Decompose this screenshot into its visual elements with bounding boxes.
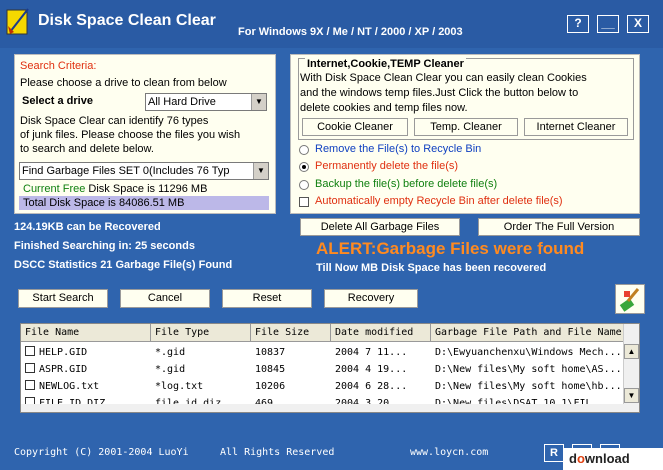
permanent-delete-label: Permanently delete the file(s) xyxy=(315,160,459,172)
backup-label: Backup the file(s) before delete file(s) xyxy=(315,178,498,190)
scroll-up-icon[interactable]: ▲ xyxy=(624,344,639,359)
app-title: Disk Space Clean Clear xyxy=(38,12,216,29)
order-full-version-button[interactable]: Order The Full Version xyxy=(478,218,640,236)
chevron-down-icon: ▼ xyxy=(253,163,268,179)
recovered-total-text: Till Now MB Disk Space has been recovere… xyxy=(316,262,547,274)
reset-button[interactable]: Reset xyxy=(222,289,312,308)
rights-text: All Rights Reserved xyxy=(220,447,335,458)
app-subtitle: For Windows 9X / Me / NT / 2000 / XP / 2… xyxy=(238,26,463,38)
cell-file-name: HELP.GID xyxy=(39,347,88,358)
desc-line-3: to search and delete below. xyxy=(20,143,154,155)
cell-file-type: *log.txt xyxy=(155,381,204,392)
broom-logo-icon xyxy=(6,8,29,35)
table-row[interactable]: HELP.GID *.gid 10837 2004 7 11... D:\Ewy… xyxy=(21,344,621,361)
drive-select-value: All Hard Drive xyxy=(148,96,216,108)
internet-heading: Internet,Cookie,TEMP Cleaner xyxy=(305,58,466,70)
alert-message: ALERT:Garbage Files were found xyxy=(316,239,585,258)
cell-path: D:\New files\My soft home\AS... xyxy=(435,364,621,375)
cell-path: D:\Ewyuanchenxu\Windows Mech... xyxy=(435,347,621,358)
results-table[interactable]: File Name File Type File Size Date modif… xyxy=(20,323,640,413)
scroll-down-icon[interactable]: ▼ xyxy=(624,388,639,403)
desc-line-2: of junk files. Please choose the files y… xyxy=(20,129,241,141)
download-watermark: download xyxy=(563,448,663,470)
permanent-delete-radio[interactable] xyxy=(299,162,309,172)
cell-date: 2004 6 28... xyxy=(335,381,408,392)
copyright-text: Copyright (C) 2001-2004 LuoYi xyxy=(14,447,189,458)
cell-date: 2004 4 19... xyxy=(335,364,408,375)
col-file-type[interactable]: File Type xyxy=(151,324,251,342)
app-window: Disk Space Clean Clear For Windows 9X / … xyxy=(0,0,663,470)
cell-file-size: 10837 xyxy=(255,347,286,358)
col-file-size[interactable]: File Size xyxy=(251,324,331,342)
temp-cleaner-button[interactable]: Temp. Cleaner xyxy=(414,118,518,136)
garbage-set-value: Find Garbage Files SET 0(Includes 76 Typ xyxy=(22,165,230,177)
table-header: File Name File Type File Size Date modif… xyxy=(21,324,624,342)
drive-instruction: Please choose a drive to clean from belo… xyxy=(20,77,227,89)
col-date-modified[interactable]: Date modified xyxy=(331,324,431,342)
website-link[interactable]: www.loycn.com xyxy=(410,447,488,458)
table-row[interactable]: NEWLOG.txt *log.txt 10206 2004 6 28... D… xyxy=(21,378,621,395)
start-search-button[interactable]: Start Search xyxy=(18,289,108,308)
cell-file-size: 10206 xyxy=(255,381,286,392)
row-checkbox[interactable] xyxy=(25,346,35,356)
free-space-text: Disk Space is 11296 MB xyxy=(85,183,208,195)
help-button[interactable]: ? xyxy=(567,15,589,33)
empty-recycle-checkbox[interactable] xyxy=(299,197,309,207)
row-checkbox[interactable] xyxy=(25,363,35,373)
cancel-button[interactable]: Cancel xyxy=(120,289,210,308)
free-space-prefix: Current Free xyxy=(23,183,86,195)
cell-path: D:\New files\My soft home\hb... xyxy=(435,381,621,392)
desc-line-1: Disk Space Clear can identify 76 types xyxy=(20,115,209,127)
r-button[interactable]: R xyxy=(544,444,564,462)
col-file-path[interactable]: Garbage File Path and File Name xyxy=(431,324,624,342)
recovery-button[interactable]: Recovery xyxy=(324,289,418,308)
cell-file-type: *.gid xyxy=(155,347,186,358)
cell-file-type: *.gid xyxy=(155,364,186,375)
internet-desc-1: With Disk Space Clean Clear you can easi… xyxy=(300,72,587,84)
statistics-text: DSCC Statistics 21 Garbage File(s) Found xyxy=(14,259,233,271)
finished-searching: Finished Searching in: 25 seconds xyxy=(14,240,195,252)
row-checkbox[interactable] xyxy=(25,380,35,390)
table-row[interactable]: ASPR.GID *.gid 10845 2004 4 19... D:\New… xyxy=(21,361,621,378)
internet-desc-2: and the windows temp files.Just Click th… xyxy=(300,87,579,99)
garbage-set-select[interactable]: Find Garbage Files SET 0(Includes 76 Typ… xyxy=(19,162,269,180)
recovered-size: 124.19KB can be Recovered xyxy=(14,221,161,233)
search-criteria-heading: Search Criteria: xyxy=(20,60,97,72)
cell-file-name: ASPR.GID xyxy=(39,364,88,375)
cleaner-tool-button[interactable] xyxy=(615,284,645,314)
recycle-bin-radio[interactable] xyxy=(299,145,309,155)
drive-select[interactable]: All Hard Drive ▼ xyxy=(145,93,267,111)
drive-label: Select a drive xyxy=(22,95,93,107)
internet-desc-3: delete cookies and temp files now. xyxy=(300,102,468,114)
vertical-scrollbar[interactable]: ▲ ▼ xyxy=(623,324,639,412)
recycle-bin-label: Remove the File(s) to Recycle Bin xyxy=(315,143,482,155)
free-space-bar: Current Free Disk Space is 11296 MB xyxy=(19,182,269,196)
close-button[interactable]: X xyxy=(627,15,649,33)
cell-file-name: NEWLOG.txt xyxy=(39,381,100,392)
broom-icon xyxy=(619,288,640,312)
empty-recycle-label: Automatically empty Recycle Bin after de… xyxy=(315,195,563,207)
backup-radio[interactable] xyxy=(299,180,309,190)
cell-file-size: 10845 xyxy=(255,364,286,375)
minimize-button[interactable]: __ xyxy=(597,15,619,33)
total-space-bar: Total Disk Space is 84086.51 MB xyxy=(19,196,269,210)
chevron-down-icon: ▼ xyxy=(251,94,266,110)
cell-date: 2004 7 11... xyxy=(335,347,408,358)
internet-cleaner-button[interactable]: Internet Cleaner xyxy=(524,118,628,136)
horizontal-scrollbar[interactable] xyxy=(21,404,624,412)
title-bar: Disk Space Clean Clear For Windows 9X / … xyxy=(0,0,663,48)
cookie-cleaner-button[interactable]: Cookie Cleaner xyxy=(302,118,408,136)
col-file-name[interactable]: File Name xyxy=(21,324,151,342)
delete-all-button[interactable]: Delete All Garbage Files xyxy=(300,218,460,236)
